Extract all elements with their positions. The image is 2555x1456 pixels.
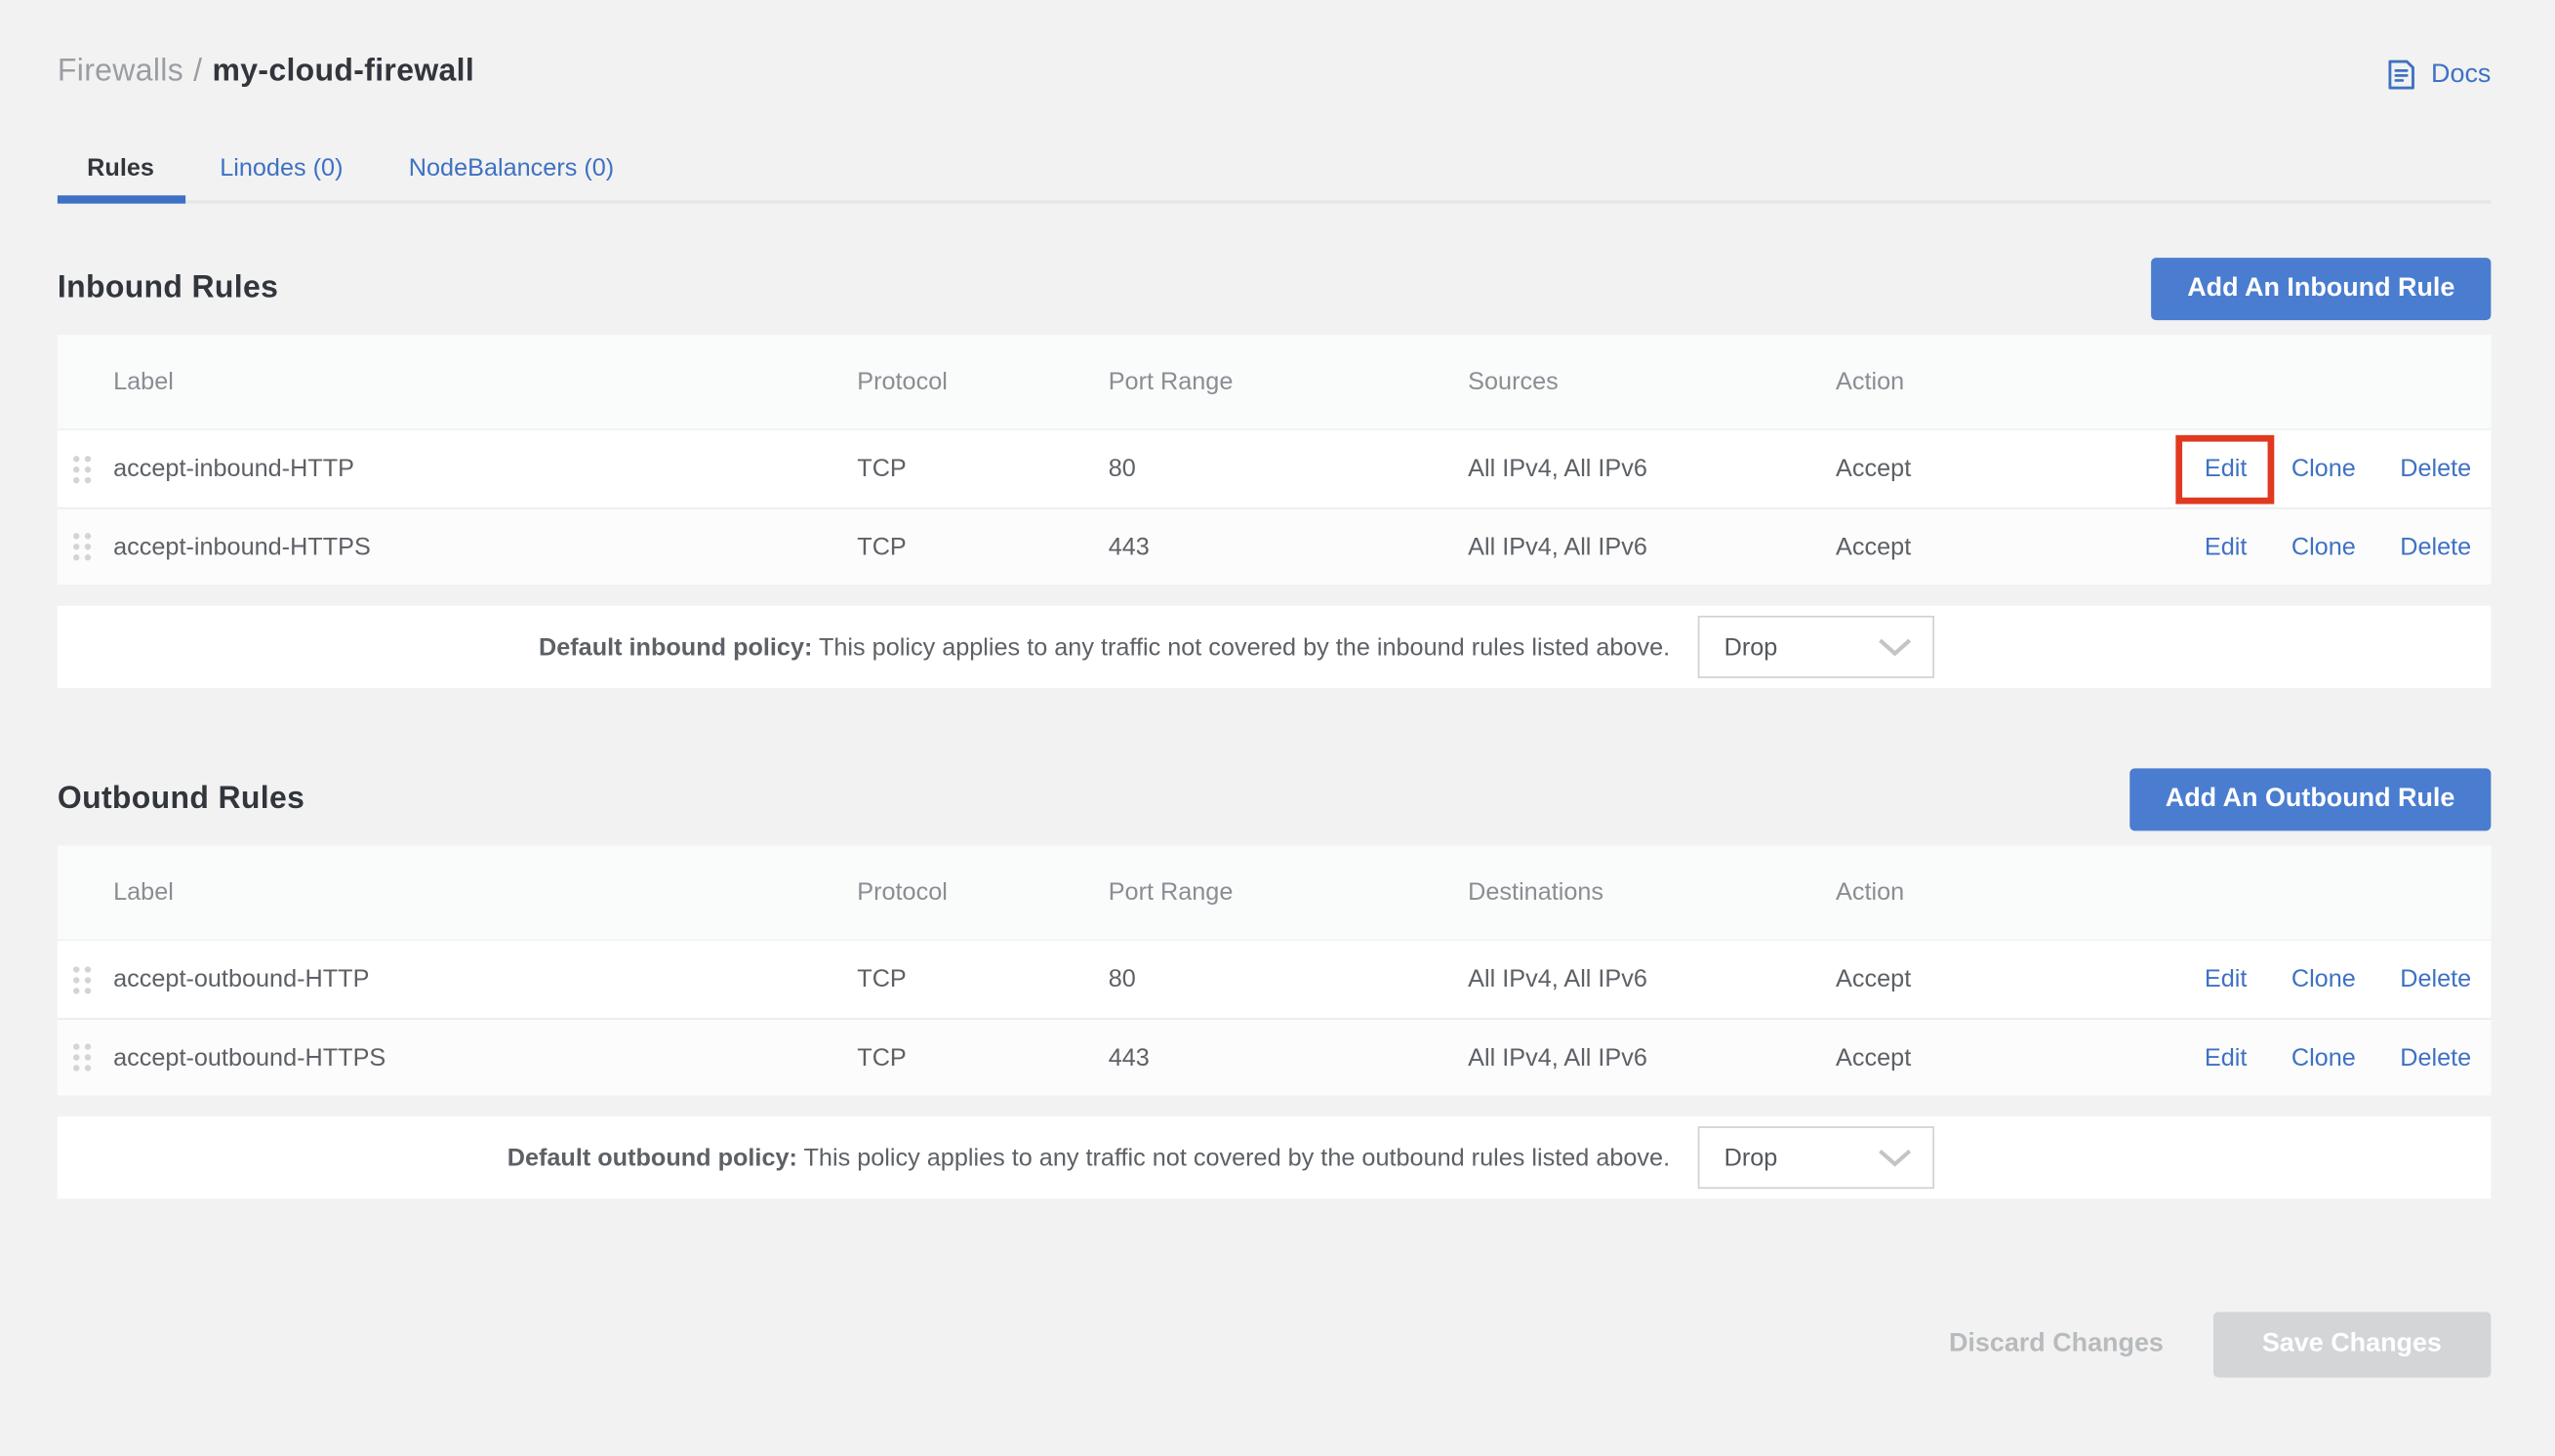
docs-link[interactable]: Docs	[2383, 58, 2491, 92]
tab-nodebalancers-label: NodeBalancers (0)	[409, 154, 614, 182]
outbound-policy-text: Default outbound policy: This policy app…	[58, 1144, 1670, 1172]
topbar: Firewalls / my-cloud-firewall Docs	[58, 55, 2491, 94]
clone-link[interactable]: Clone	[2291, 965, 2356, 993]
drag-handle-icon[interactable]	[70, 1041, 94, 1074]
rule-label: accept-outbound-HTTP	[113, 965, 369, 993]
inbound-policy-label: Default inbound policy:	[539, 633, 812, 662]
column-header-port-range: Port Range	[1109, 878, 1468, 907]
tabs-baseline	[58, 200, 2491, 203]
breadcrumb: Firewalls / my-cloud-firewall	[58, 55, 474, 91]
rule-label: accept-inbound-HTTPS	[113, 533, 371, 561]
rule-sources: All IPv4, All IPv6	[1468, 455, 1836, 483]
chevron-down-icon	[1877, 1148, 1913, 1167]
column-header-protocol: Protocol	[857, 368, 1108, 396]
table-row: accept-outbound-HTTPS TCP 443 All IPv4, …	[58, 1018, 2491, 1095]
edit-link[interactable]: Edit	[2205, 1043, 2248, 1072]
drag-handle-icon[interactable]	[70, 530, 94, 563]
rule-destinations: All IPv4, All IPv6	[1468, 1043, 1836, 1072]
delete-link[interactable]: Delete	[2400, 965, 2471, 993]
docs-label: Docs	[2431, 60, 2491, 89]
column-header-label: Label	[58, 878, 857, 907]
outbound-section-header: Outbound Rules Add An Outbound Rule	[58, 768, 2491, 830]
drag-handle-icon[interactable]	[70, 963, 94, 996]
outbound-policy-label: Default outbound policy:	[507, 1144, 797, 1172]
column-header-action: Action	[1836, 878, 2118, 907]
clone-link[interactable]: Clone	[2291, 533, 2356, 561]
rule-sources: All IPv4, All IPv6	[1468, 533, 1836, 561]
delete-link[interactable]: Delete	[2400, 1043, 2471, 1072]
column-header-protocol: Protocol	[857, 878, 1108, 907]
rule-action: Accept	[1836, 965, 2118, 993]
column-header-port-range: Port Range	[1109, 368, 1468, 396]
edit-link[interactable]: Edit	[2205, 965, 2248, 993]
inbound-title: Inbound Rules	[58, 271, 278, 307]
outbound-policy-band: Default outbound policy: This policy app…	[58, 1116, 2491, 1198]
table-row: accept-inbound-HTTPS TCP 443 All IPv4, A…	[58, 507, 2491, 585]
tab-nodebalancers[interactable]: NodeBalancers (0)	[380, 142, 644, 196]
rule-label: accept-inbound-HTTP	[113, 455, 354, 483]
inbound-policy-value: Drop	[1724, 633, 1778, 662]
outbound-table-header: Label Protocol Port Range Destinations A…	[58, 845, 2491, 941]
default-inbound-policy-select[interactable]: Drop	[1698, 616, 1934, 678]
tab-linodes-label: Linodes (0)	[220, 154, 343, 182]
inbound-policy-description: This policy applies to any traffic not c…	[819, 633, 1670, 662]
rule-label: accept-outbound-HTTPS	[113, 1043, 385, 1072]
form-actions-footer: Discard Changes Save Changes	[58, 1312, 2491, 1377]
tab-rules-label: Rules	[87, 154, 154, 182]
edit-link[interactable]: Edit	[2205, 533, 2248, 561]
rule-destinations: All IPv4, All IPv6	[1468, 965, 1836, 993]
tab-bar: Rules Linodes (0) NodeBalancers (0)	[58, 142, 2491, 204]
clone-link[interactable]: Clone	[2291, 455, 2356, 483]
table-row: accept-inbound-HTTP TCP 80 All IPv4, All…	[58, 430, 2491, 507]
add-outbound-rule-button[interactable]: Add An Outbound Rule	[2129, 768, 2492, 830]
rule-action: Accept	[1836, 1043, 2118, 1072]
discard-changes-button[interactable]: Discard Changes	[1932, 1330, 2180, 1359]
table-row: accept-outbound-HTTP TCP 80 All IPv4, Al…	[58, 941, 2491, 1018]
inbound-policy-text: Default inbound policy: This policy appl…	[58, 633, 1670, 662]
rule-protocol: TCP	[857, 455, 1108, 483]
rule-protocol: TCP	[857, 533, 1108, 561]
default-outbound-policy-select[interactable]: Drop	[1698, 1126, 1934, 1189]
active-tab-indicator	[58, 195, 185, 203]
rule-protocol: TCP	[857, 1043, 1108, 1072]
rule-action: Accept	[1836, 533, 2118, 561]
save-changes-button[interactable]: Save Changes	[2212, 1312, 2491, 1377]
breadcrumb-current: my-cloud-firewall	[212, 55, 474, 89]
add-inbound-rule-button[interactable]: Add An Inbound Rule	[2151, 258, 2491, 320]
rule-port-range: 80	[1109, 455, 1468, 483]
delete-link[interactable]: Delete	[2400, 455, 2471, 483]
rule-port-range: 80	[1109, 965, 1468, 993]
inbound-section-header: Inbound Rules Add An Inbound Rule	[58, 258, 2491, 320]
column-header-action: Action	[1836, 368, 2118, 396]
outbound-policy-value: Drop	[1724, 1144, 1778, 1172]
chevron-down-icon	[1877, 637, 1913, 657]
outbound-title: Outbound Rules	[58, 782, 304, 818]
delete-link[interactable]: Delete	[2400, 533, 2471, 561]
tab-linodes[interactable]: Linodes (0)	[190, 142, 373, 196]
tab-rules[interactable]: Rules	[58, 142, 183, 196]
firewall-detail-page: Firewalls / my-cloud-firewall Docs Rules L…	[0, 0, 2555, 1456]
inbound-policy-band: Default inbound policy: This policy appl…	[58, 606, 2491, 688]
rule-action: Accept	[1836, 455, 2118, 483]
inbound-table-header: Label Protocol Port Range Sources Action	[58, 335, 2491, 430]
docs-icon	[2383, 58, 2417, 92]
inbound-rules-table: Label Protocol Port Range Sources Action…	[58, 335, 2491, 585]
rule-port-range: 443	[1109, 1043, 1468, 1072]
clone-link[interactable]: Clone	[2291, 1043, 2356, 1072]
outbound-rules-table: Label Protocol Port Range Destinations A…	[58, 845, 2491, 1095]
outbound-policy-description: This policy applies to any traffic not c…	[804, 1144, 1671, 1172]
edit-link[interactable]: Edit	[2205, 455, 2248, 483]
breadcrumb-separator: /	[193, 55, 202, 89]
breadcrumb-parent[interactable]: Firewalls	[58, 55, 183, 89]
rule-port-range: 443	[1109, 533, 1468, 561]
rule-protocol: TCP	[857, 965, 1108, 993]
column-header-sources: Sources	[1468, 368, 1836, 396]
column-header-label: Label	[58, 368, 857, 396]
column-header-destinations: Destinations	[1468, 878, 1836, 907]
drag-handle-icon[interactable]	[70, 453, 94, 486]
